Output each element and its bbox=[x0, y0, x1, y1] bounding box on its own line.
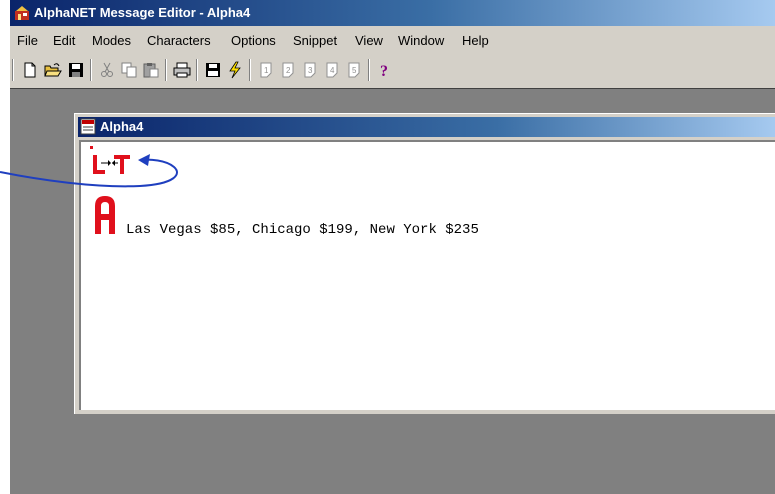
svg-text:4: 4 bbox=[330, 66, 335, 75]
help-icon[interactable]: ? bbox=[375, 59, 395, 81]
toolbar-separator bbox=[368, 59, 370, 81]
line-transition-code-icon[interactable] bbox=[81, 146, 141, 178]
menu-help[interactable]: Help bbox=[462, 30, 489, 52]
snippet-4-icon[interactable]: 4 bbox=[322, 59, 342, 81]
mdi-workspace: Alpha4 Las Vegas $85, Chicago $199, New … bbox=[10, 88, 775, 494]
svg-text:5: 5 bbox=[352, 66, 357, 75]
copy-icon[interactable] bbox=[119, 59, 139, 81]
app-icon bbox=[15, 6, 29, 20]
svg-text:?: ? bbox=[380, 63, 388, 79]
snippet-2-icon[interactable]: 2 bbox=[278, 59, 298, 81]
toolbar-separator bbox=[90, 59, 92, 81]
menu-modes[interactable]: Modes bbox=[92, 30, 131, 52]
menu-bar: File Edit Modes Characters Options Snipp… bbox=[10, 30, 775, 52]
open-icon[interactable] bbox=[43, 59, 63, 81]
send-icon[interactable] bbox=[225, 59, 245, 81]
new-icon[interactable] bbox=[20, 59, 40, 81]
snippet-3-icon[interactable]: 3 bbox=[300, 59, 320, 81]
menu-options[interactable]: Options bbox=[231, 30, 276, 52]
menu-view[interactable]: View bbox=[355, 30, 383, 52]
menu-snippet[interactable]: Snippet bbox=[293, 30, 337, 52]
svg-text:1: 1 bbox=[264, 66, 269, 75]
child-title-bar[interactable]: Alpha4 bbox=[78, 117, 775, 137]
menu-edit[interactable]: Edit bbox=[53, 30, 75, 52]
save-to-sign-icon[interactable] bbox=[203, 59, 223, 81]
toolbar-separator bbox=[12, 59, 14, 81]
message-editor-area[interactable]: Las Vegas $85, Chicago $199, New York $2… bbox=[79, 140, 775, 410]
menu-window[interactable]: Window bbox=[398, 30, 444, 52]
snippet-1-icon[interactable]: 1 bbox=[256, 59, 276, 81]
menu-characters[interactable]: Characters bbox=[147, 30, 211, 52]
svg-text:3: 3 bbox=[308, 66, 313, 75]
print-icon[interactable] bbox=[172, 59, 192, 81]
child-window-title: Alpha4 bbox=[100, 119, 144, 134]
message-document-icon bbox=[80, 118, 96, 135]
paste-icon[interactable] bbox=[141, 59, 161, 81]
font-a-code-icon[interactable] bbox=[91, 194, 119, 234]
snippet-5-icon[interactable]: 5 bbox=[344, 59, 364, 81]
toolbar: 1 2 3 4 5 ? bbox=[10, 55, 775, 85]
message-child-window[interactable]: Alpha4 Las Vegas $85, Chicago $199, New … bbox=[74, 113, 775, 414]
title-bar[interactable]: AlphaNET Message Editor - Alpha4 bbox=[10, 0, 775, 26]
menu-file[interactable]: File bbox=[17, 30, 38, 52]
svg-text:2: 2 bbox=[286, 66, 291, 75]
toolbar-separator bbox=[249, 59, 251, 81]
toolbar-separator bbox=[165, 59, 167, 81]
message-text[interactable]: Las Vegas $85, Chicago $199, New York $2… bbox=[126, 222, 479, 238]
window-title: AlphaNET Message Editor - Alpha4 bbox=[34, 5, 251, 20]
cut-icon[interactable] bbox=[97, 59, 117, 81]
save-icon[interactable] bbox=[66, 59, 86, 81]
application-window: AlphaNET Message Editor - Alpha4 File Ed… bbox=[10, 0, 775, 494]
toolbar-separator bbox=[196, 59, 198, 81]
